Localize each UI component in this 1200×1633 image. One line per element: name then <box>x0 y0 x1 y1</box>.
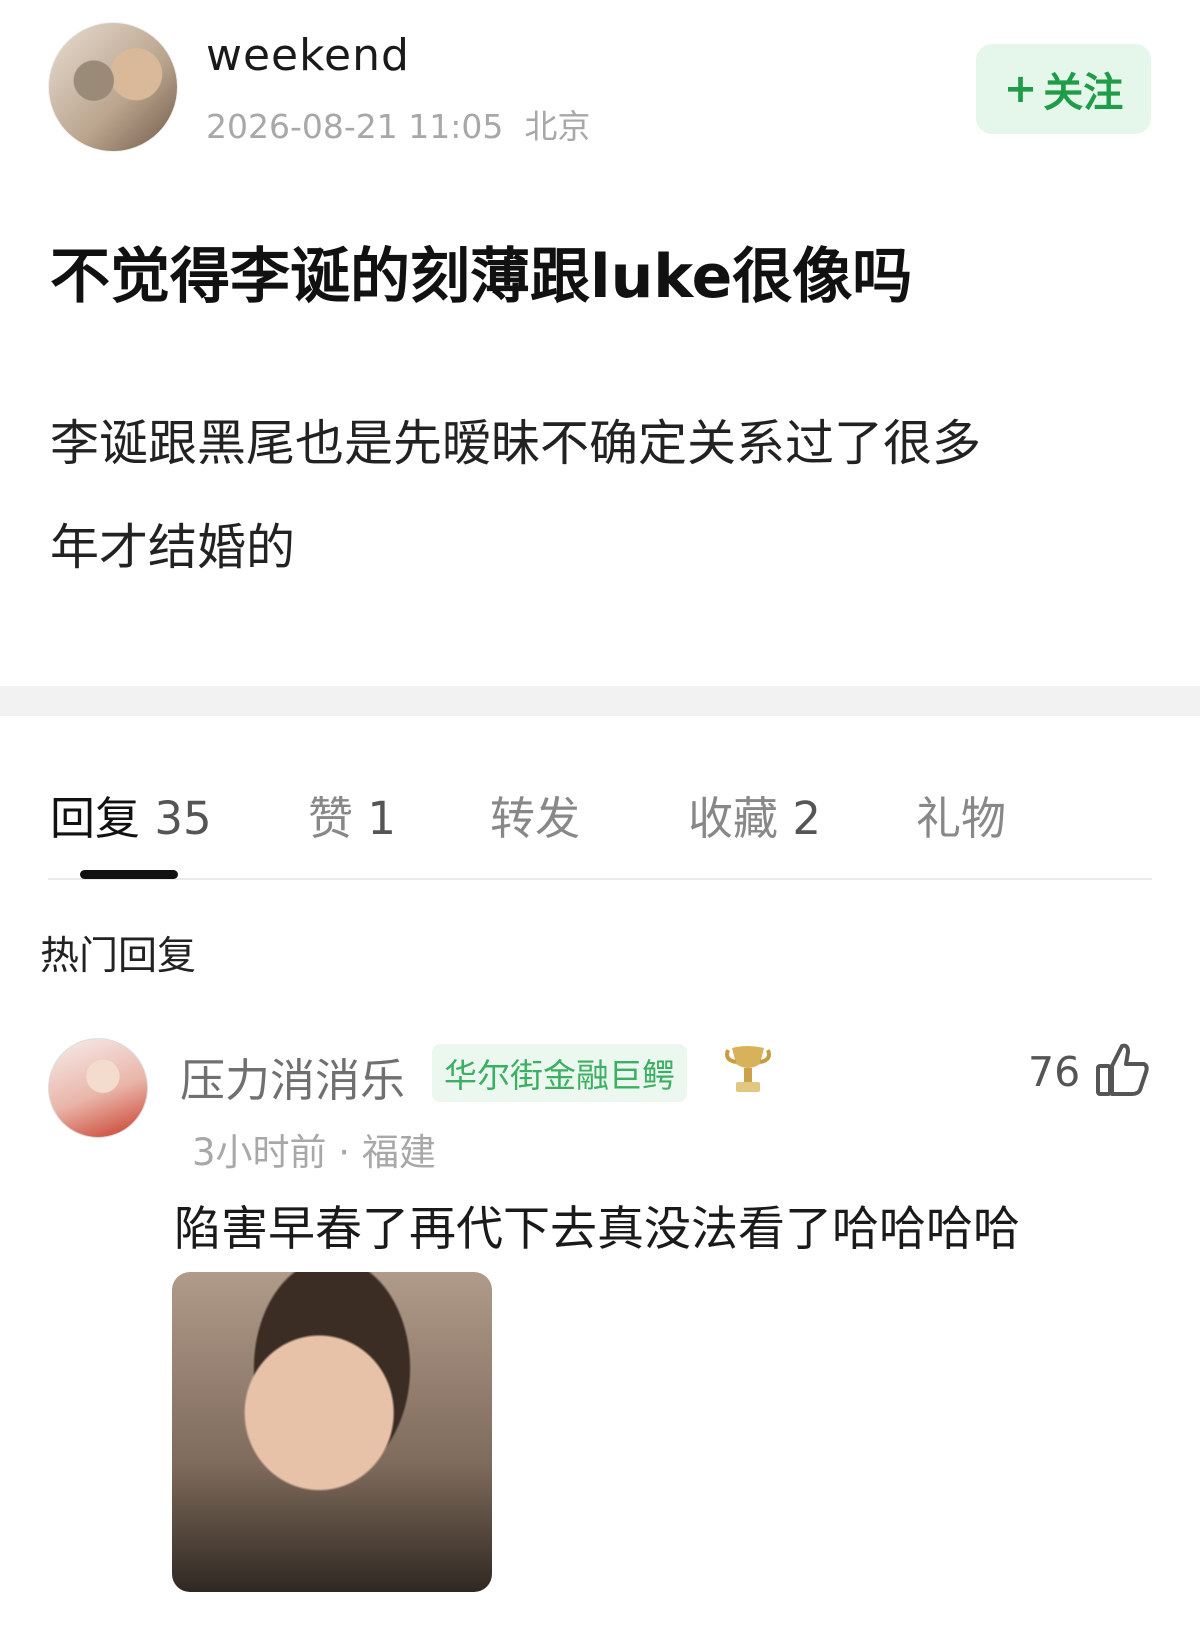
reply-like-count: 76 <box>1028 1048 1081 1096</box>
tabs-divider <box>48 878 1152 880</box>
reply-author-name[interactable]: 压力消消乐 <box>180 1044 405 1109</box>
post-body-line: 年才结婚的 <box>50 519 296 576</box>
tab-count: 2 <box>792 792 821 845</box>
tab-favorites[interactable]: 收藏 2 <box>688 782 821 847</box>
tab-likes[interactable]: 赞 1 <box>308 782 396 847</box>
reply-content: 陷害早春了再代下去真没法看了哈哈哈哈 <box>174 1202 1020 1257</box>
tab-label: 转发 <box>490 792 581 845</box>
reply-image[interactable] <box>172 1272 492 1592</box>
tab-count: 1 <box>367 792 396 845</box>
follow-label: 关注 <box>1043 70 1124 116</box>
reply-avatar[interactable] <box>48 1038 148 1138</box>
tab-replies[interactable]: 回复 35 <box>50 782 212 847</box>
follow-button[interactable]: + 关注 <box>976 44 1151 134</box>
author-name[interactable]: weekend <box>206 30 410 81</box>
section-divider <box>0 686 1200 716</box>
plus-icon: + <box>1003 66 1038 112</box>
reply-time-location: 3小时前 · 福建 <box>192 1131 436 1174</box>
thumb-up-icon[interactable] <box>1094 1040 1152 1098</box>
post-body: 李诞跟黑尾也是先暧昧不确定关系过了很多 年才结婚的 <box>50 392 1130 600</box>
tab-label: 收藏 <box>688 792 779 845</box>
post-body-line: 李诞跟黑尾也是先暧昧不确定关系过了很多 <box>50 415 982 472</box>
tab-gifts[interactable]: 礼物 <box>916 782 1006 847</box>
hot-replies-heading: 热门回复 <box>40 934 197 979</box>
trophy-icon <box>722 1042 774 1098</box>
tab-share[interactable]: 转发 <box>490 782 580 847</box>
post-title: 不觉得李诞的刻薄跟luke很像吗 <box>50 242 913 312</box>
post-timestamp-location: 2026-08-21 11:05 北京 <box>206 107 591 146</box>
author-avatar[interactable] <box>48 22 178 152</box>
tab-label: 回复 <box>50 792 141 845</box>
tab-count: 35 <box>154 792 212 845</box>
tab-label: 礼物 <box>916 792 1007 845</box>
tab-label: 赞 <box>308 792 354 845</box>
active-tab-indicator <box>80 870 178 879</box>
reply-author-badge[interactable]: 华尔街金融巨鳄 <box>432 1044 687 1102</box>
